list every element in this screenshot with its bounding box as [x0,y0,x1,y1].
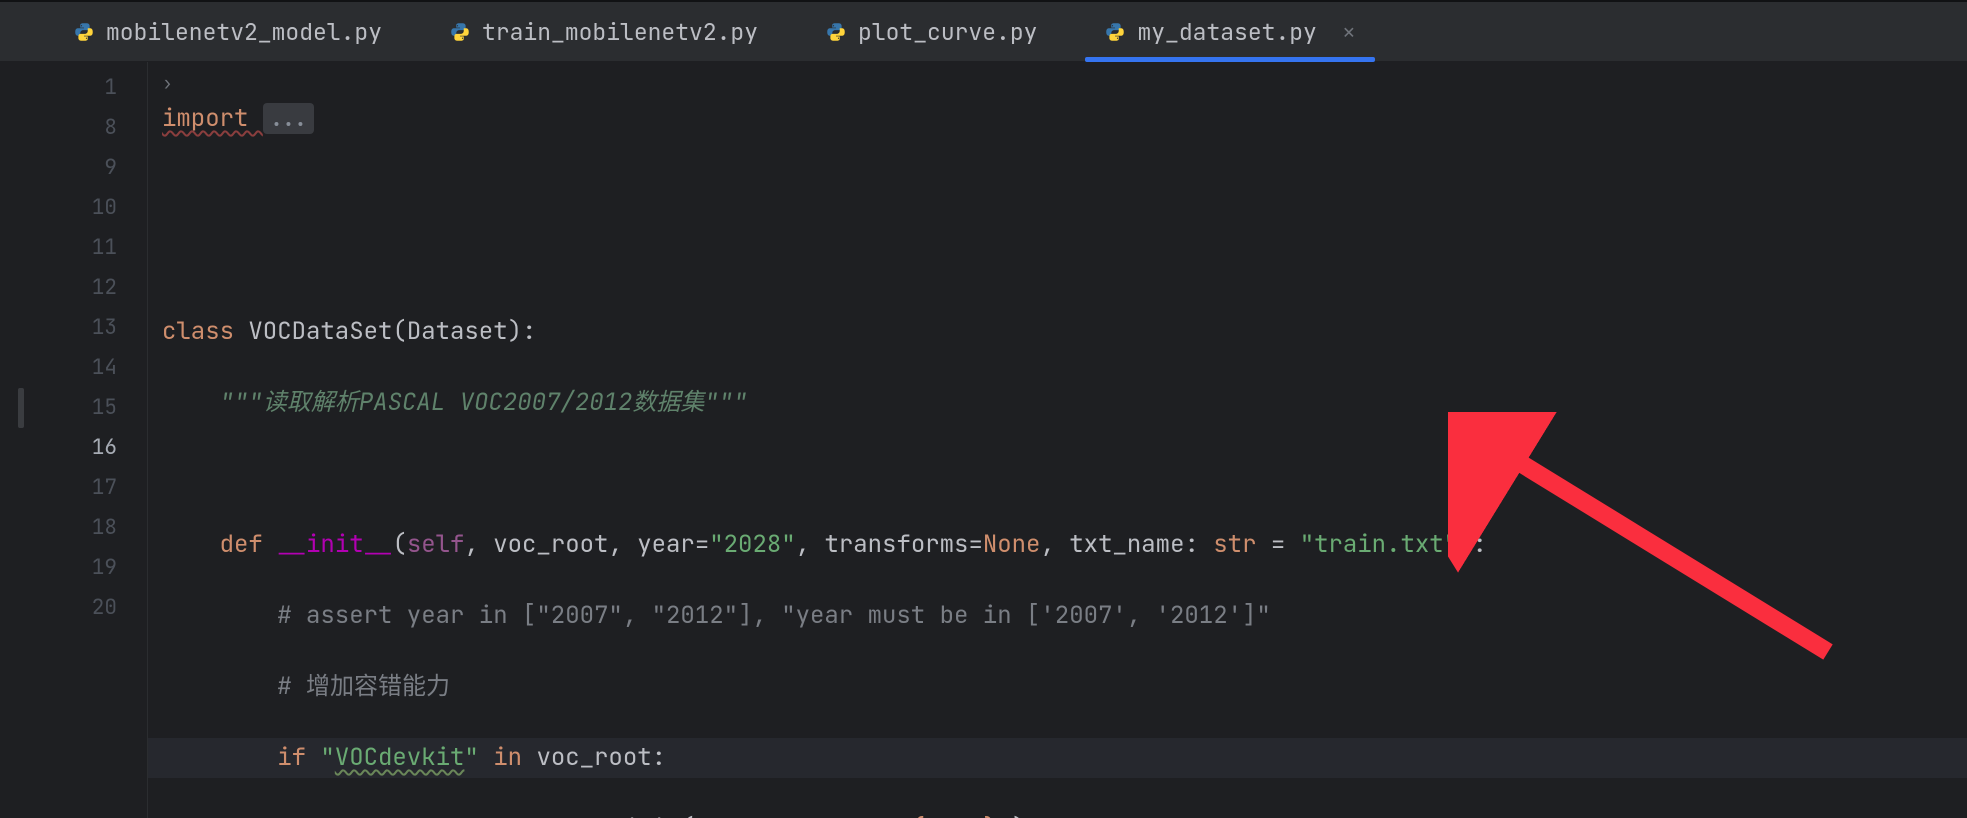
punct: ( [392,316,406,347]
params: , voc_root, year= [464,529,709,560]
keyword-class: class [162,316,248,347]
tab-plot-curve[interactable]: plot_curve.py [792,2,1071,61]
f-prefix: f [839,813,853,818]
code-line-8[interactable] [148,170,1967,210]
identifier: voc_root [536,742,651,773]
attr: root [407,813,465,818]
keyword-def: def [220,529,278,560]
line-number[interactable]: 1 [36,68,147,108]
line-number[interactable]: 13 [36,308,147,348]
tab-label: plot_curve.py [858,17,1037,47]
punct: . [536,813,550,818]
line-number[interactable]: 11 [36,228,147,268]
editor: › 1 8 9 10 11 12 13 14 15 16 17 18 19 20… [0,62,1967,818]
punct: : [652,742,666,773]
self: self [407,529,465,560]
params: , transforms= [796,529,983,560]
punct: ) [1012,813,1026,818]
code-area[interactable]: import ... class VOCDataSet(Dataset): ""… [148,62,1967,818]
tab-label: train_mobilenetv2.py [482,17,758,47]
keyword-import: import [162,103,263,134]
keyword-none: None [983,529,1041,560]
code-line-17[interactable]: self.root = os.path.join(voc_root, f"VOC… [148,809,1967,818]
line-number[interactable]: 20 [36,588,147,628]
line-number[interactable]: 12 [36,268,147,308]
identifier: year [925,813,983,818]
tab-label: mobilenetv2_model.py [106,17,382,47]
active-line-marker [18,388,24,428]
punct: . [608,813,622,818]
line-number-gutter: › 1 8 9 10 11 12 13 14 15 16 17 18 19 20 [36,62,148,818]
tab-label: my_dataset.py [1137,17,1316,47]
string: "VOC [853,813,911,818]
code-line-15[interactable]: # 增加容错能力 [148,667,1967,707]
line-number[interactable]: 15 [36,388,147,428]
line-number[interactable]: 18 [36,508,147,548]
class-name: VOCDataSet [248,316,392,347]
line-number[interactable]: 14 [36,348,147,388]
left-margin [0,62,36,818]
fn-name: __init__ [277,529,392,560]
string: "2028" [709,529,795,560]
module: os [508,813,537,818]
punct: ): [508,316,537,347]
self: self [335,813,393,818]
code-line-10[interactable]: class VOCDataSet(Dataset): [148,312,1967,352]
string: "train.txt" [1300,529,1458,560]
tab-train-mobilenet[interactable]: train_mobilenetv2.py [416,2,792,61]
brace: } [983,813,997,818]
punct: ( [392,529,406,560]
code-line-9[interactable] [148,241,1967,281]
line-number[interactable]: 8 [36,108,147,148]
python-file-icon [74,22,94,42]
string-typo: VOCdevkit [335,742,465,773]
docstring: """读取解析PASCAL VOC2007/2012数据集""" [220,387,748,418]
tab-my-dataset[interactable]: my_dataset.py ✕ [1071,2,1388,61]
params: , txt_name: [1040,529,1213,560]
line-number[interactable]: 19 [36,548,147,588]
punct: ( [680,813,694,818]
folded-region[interactable]: ... [263,103,314,134]
string: "VOCdevkit" [320,742,478,773]
line-number[interactable]: 9 [36,148,147,188]
module: path [551,813,609,818]
keyword-if: if [277,742,320,773]
fn-call: join [623,813,681,818]
code-line-14[interactable]: # assert year in ["2007", "2012"], "year… [148,596,1967,636]
punct: , [810,813,839,818]
identifier: voc_root [695,813,810,818]
brace: { [911,813,925,818]
code-line-11[interactable]: """读取解析PASCAL VOC2007/2012数据集""" [148,383,1967,423]
base-class: Dataset [407,316,508,347]
comment: # 增加容错能力 [277,671,450,702]
builtin-type: str [1213,529,1256,560]
operator: = [464,813,507,818]
tab-mobilenet-model[interactable]: mobilenetv2_model.py [40,2,416,61]
python-file-icon [450,22,470,42]
code-line-13[interactable]: def __init__(self, voc_root, year="2028"… [148,525,1967,565]
punct: . [392,813,406,818]
comment: # assert year in ["2007", "2012"], "year… [277,600,1271,631]
python-file-icon [826,22,846,42]
operator: = [1256,529,1299,560]
code-line-16[interactable]: if "VOCdevkit" in voc_root: [148,738,1967,778]
punct: ): [1458,529,1487,560]
string: " [997,813,1011,818]
code-line-12[interactable] [148,454,1967,494]
keyword-in: in [479,742,537,773]
line-number[interactable]: 16 [36,428,147,468]
editor-tabbar: mobilenetv2_model.py train_mobilenetv2.p… [0,2,1967,62]
close-icon[interactable]: ✕ [1343,22,1355,42]
line-number[interactable]: 17 [36,468,147,508]
code-line-1[interactable]: import ... [148,99,1967,139]
app-root: mobilenetv2_model.py train_mobilenetv2.p… [0,0,1967,818]
python-file-icon [1105,22,1125,42]
line-number[interactable]: 10 [36,188,147,228]
